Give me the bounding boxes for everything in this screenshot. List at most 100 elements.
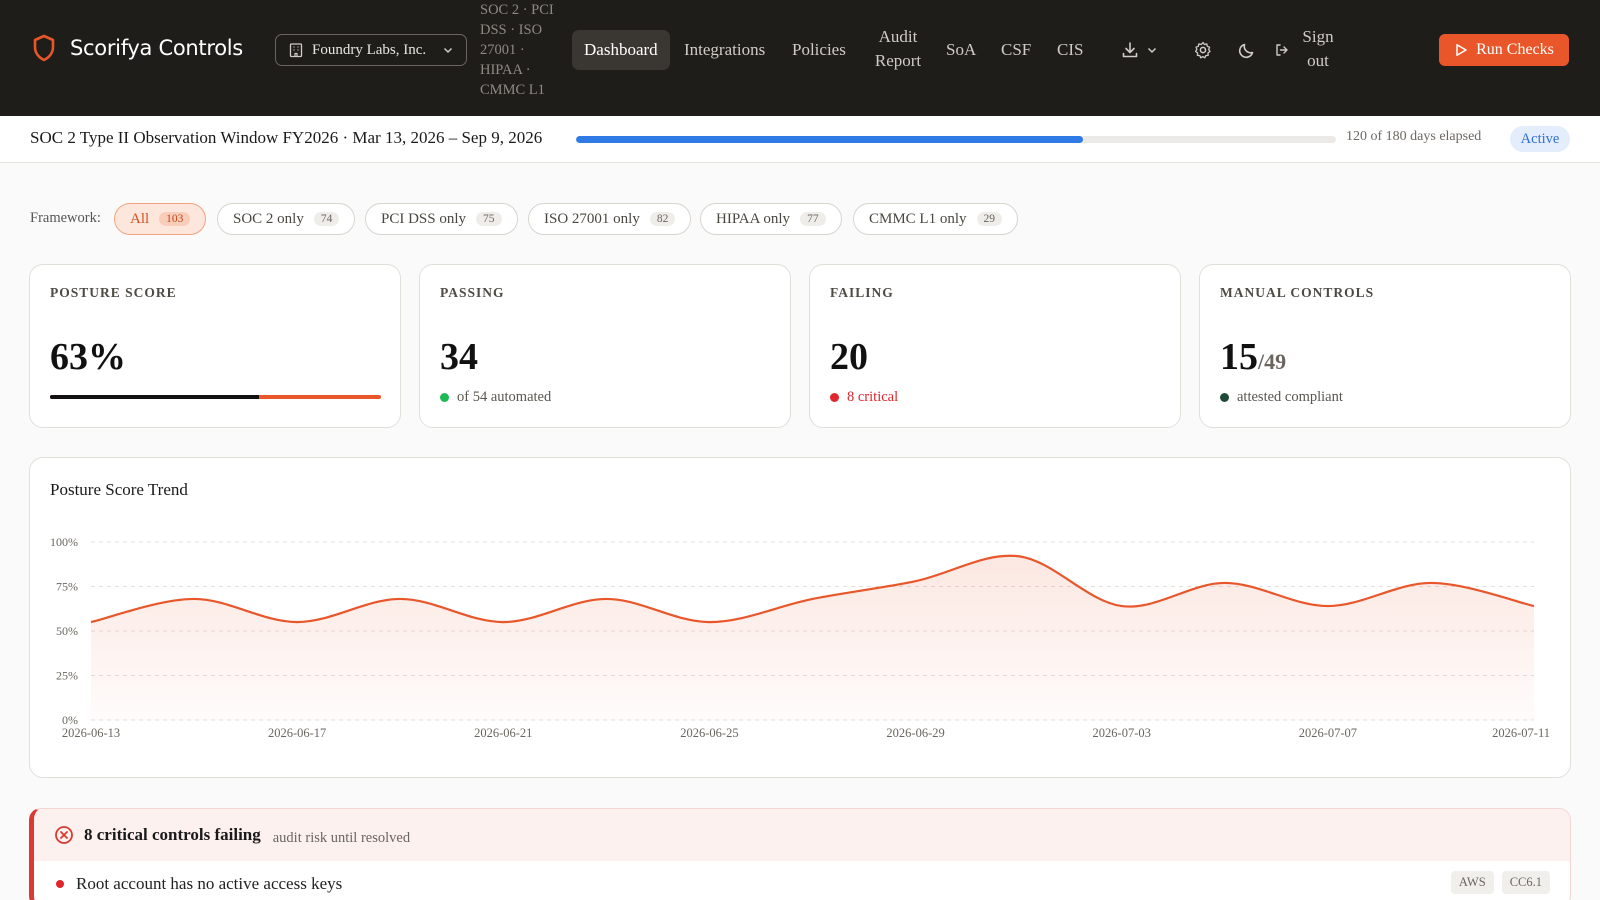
x-tick-label: 2026-07-07 — [1299, 726, 1357, 740]
play-icon — [1456, 44, 1467, 56]
y-tick-label: 75% — [56, 580, 78, 594]
chip-label: ISO 27001 only — [544, 210, 640, 227]
nav-integrations[interactable]: Integrations — [684, 38, 765, 62]
x-tick-label: 2026-06-21 — [474, 726, 532, 740]
y-tick-label: 25% — [56, 669, 78, 683]
fail-dot-icon — [830, 393, 839, 402]
filter-chip-hipaa[interactable]: HIPAA only 77 — [700, 203, 842, 235]
org-name: Foundry Labs, Inc. — [312, 41, 427, 58]
run-checks-button[interactable]: Run Checks — [1439, 34, 1569, 66]
passing-note-text: of 54 automated — [457, 389, 552, 405]
top-nav: Scorifya Controls Foundry Labs, Inc. SOC… — [0, 0, 1600, 116]
frameworks-summary: SOC 2 · PCI DSS · ISO 27001 · HIPAA · CM… — [480, 2, 554, 98]
manual-dot-icon — [1220, 393, 1229, 402]
chip-count: 75 — [476, 212, 502, 226]
posture-score-fill — [50, 395, 259, 399]
chevron-down-icon — [1147, 47, 1157, 54]
failing-card: FAILING 20 8 critical — [809, 264, 1181, 428]
passing-note: of 54 automated — [440, 389, 551, 406]
failing-note-text: 8 critical — [847, 389, 899, 405]
filter-chip-all[interactable]: All 103 — [114, 203, 207, 235]
gear-icon — [1194, 41, 1211, 59]
building-icon — [289, 43, 303, 58]
card-label: FAILING — [830, 285, 894, 300]
posture-score-bar — [50, 395, 381, 399]
control-tags: AWS CC6.1 — [1450, 871, 1550, 894]
error-circle-icon — [55, 826, 73, 844]
filter-chip-pci[interactable]: PCI DSS only 75 — [365, 203, 518, 235]
manual-controls-card: MANUAL CONTROLS 15/49 attested compliant — [1199, 264, 1571, 428]
run-checks-label: Run Checks — [1476, 41, 1554, 58]
card-label: PASSING — [440, 285, 505, 300]
tag: AWS — [1450, 871, 1494, 894]
brand[interactable]: Scorifya Controls — [32, 34, 243, 62]
chip-label: CMMC L1 only — [869, 210, 967, 227]
chip-count: 82 — [649, 212, 676, 226]
sign-out-label[interactable]: Sign out — [1298, 25, 1338, 73]
org-selector[interactable]: Foundry Labs, Inc. — [275, 34, 467, 66]
list-item[interactable]: Root account has no active access keys A… — [34, 861, 1570, 900]
chip-count: 29 — [976, 212, 1003, 226]
y-tick-label: 0% — [62, 713, 78, 727]
sign-out-button[interactable] — [1274, 42, 1290, 58]
x-tick-label: 2026-07-03 — [1093, 726, 1151, 740]
observation-days: 120 of 180 days elapsed — [1346, 129, 1482, 144]
nav-csf[interactable]: CSF — [1001, 38, 1031, 62]
control-name: Root account has no active access keys — [76, 874, 343, 893]
filter-chip-cmmc[interactable]: CMMC L1 only 29 — [853, 203, 1019, 235]
pass-dot-icon — [440, 393, 449, 402]
alert-title: 8 critical controls failing — [84, 825, 261, 844]
observation-progress — [576, 136, 1336, 143]
manual-note: attested compliant — [1220, 389, 1343, 406]
posture-trend-card: Posture Score Trend 0% 25% 50% 75% 100% 2026-… — [29, 457, 1571, 778]
tag: CC6.1 — [1501, 871, 1550, 894]
critical-alert: 8 critical controls failing audit risk u… — [29, 808, 1571, 900]
posture-trend-chart: 0% 25% 50% 75% 100% 2026-06-13 2026-06-17 2026-… — [50, 535, 1550, 740]
filter-chip-soc2[interactable]: SOC 2 only 74 — [217, 203, 356, 235]
series-area — [91, 555, 1534, 720]
card-label: POSTURE SCORE — [50, 285, 177, 300]
chip-count: 77 — [800, 212, 826, 226]
chip-count: 103 — [159, 212, 191, 226]
theme-toggle[interactable] — [1237, 40, 1257, 60]
critical-dot-icon — [56, 880, 64, 888]
nav-dashboard[interactable]: Dashboard — [572, 30, 670, 70]
nav-audit-report[interactable]: Audit Report — [872, 25, 924, 73]
manual-value: 15/49 — [1220, 337, 1286, 382]
nav-policies[interactable]: Policies — [792, 38, 846, 62]
settings-button[interactable] — [1193, 40, 1213, 60]
chip-label: HIPAA only — [716, 210, 791, 227]
framework-filter-label: Framework: — [30, 210, 101, 226]
shield-icon — [33, 34, 55, 62]
sign-out-icon — [1276, 44, 1288, 56]
manual-value-total: /49 — [1258, 349, 1287, 374]
chevron-down-icon — [443, 47, 453, 54]
failing-note: 8 critical — [830, 389, 898, 406]
manual-note-text: attested compliant — [1237, 389, 1343, 405]
failing-value: 20 — [830, 336, 868, 378]
filter-chip-iso[interactable]: ISO 27001 only 82 — [528, 203, 692, 235]
export-menu[interactable] — [1120, 40, 1158, 60]
x-tick-label: 2026-06-25 — [680, 726, 738, 740]
card-label: MANUAL CONTROLS — [1220, 285, 1375, 300]
chip-label: SOC 2 only — [233, 210, 304, 227]
chip-label: All — [130, 210, 150, 227]
download-icon — [1122, 42, 1138, 58]
x-tick-label: 2026-06-13 — [62, 726, 120, 740]
x-tick-label: 2026-06-17 — [268, 726, 326, 740]
chip-label: PCI DSS only — [381, 210, 467, 227]
nav-cis[interactable]: CIS — [1057, 38, 1083, 62]
alert-header: 8 critical controls failing audit risk u… — [34, 809, 1570, 861]
x-tick-label: 2026-06-29 — [886, 726, 944, 740]
chip-count: 74 — [313, 212, 340, 226]
observation-progress-fill — [576, 136, 1083, 143]
y-tick-label: 50% — [56, 624, 78, 638]
posture-score-card: POSTURE SCORE 63% — [29, 264, 401, 428]
moon-icon — [1238, 43, 1254, 59]
brand-name: Scorifya Controls — [70, 36, 243, 60]
alert-subtitle: audit risk until resolved — [272, 829, 411, 846]
passing-value: 34 — [440, 336, 478, 378]
passing-card: PASSING 34 of 54 automated — [419, 264, 791, 428]
manual-value-main: 15 — [1220, 336, 1258, 378]
nav-soa[interactable]: SoA — [946, 38, 976, 62]
